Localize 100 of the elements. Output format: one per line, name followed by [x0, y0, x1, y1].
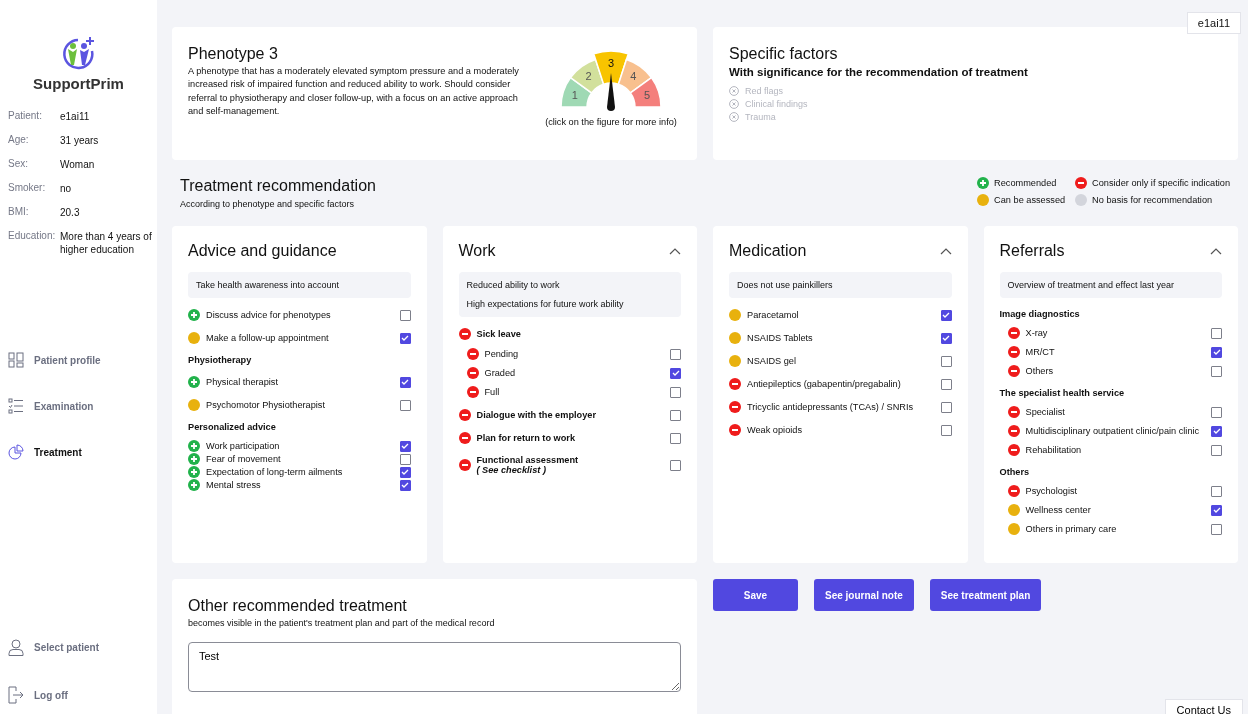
checkbox[interactable] — [1211, 444, 1222, 456]
info-text: Overview of treatment and effect last year — [1007, 280, 1175, 291]
info-value: no — [60, 182, 73, 195]
info-label: Education: — [8, 230, 57, 243]
checkbox[interactable] — [670, 409, 681, 421]
checkbox[interactable] — [399, 399, 411, 411]
phenotype-gauge[interactable]: 1 2 3 4 5 — [541, 45, 681, 115]
checkbox[interactable] — [399, 376, 411, 388]
checkbox[interactable] — [1211, 504, 1222, 516]
nav-item[interactable]: Treatment — [8, 444, 157, 460]
group-heading: Physiotherapy — [188, 355, 253, 366]
checkbox[interactable] — [940, 424, 952, 436]
logo-text: SupportPrim — [33, 75, 124, 92]
card-title: Advice and guidance — [188, 242, 337, 261]
contact-button[interactable]: Contact Us — [1164, 699, 1243, 714]
checkbox[interactable] — [940, 378, 952, 390]
info-value: Woman — [60, 158, 96, 171]
info-label: Age: — [8, 134, 30, 147]
minus-circle-icon — [1007, 406, 1020, 419]
checkbox[interactable] — [940, 401, 952, 413]
logout-icon — [8, 686, 24, 704]
option-label: Expectation of long-term ailments — [206, 467, 343, 478]
option-label: Discuss advice for phenotypes — [206, 310, 331, 321]
collapse-button[interactable] — [939, 247, 952, 256]
checkbox[interactable] — [399, 479, 411, 491]
checkbox[interactable] — [670, 348, 681, 360]
checkbox[interactable] — [670, 432, 681, 444]
checkbox[interactable] — [1211, 523, 1222, 535]
factor-label: Trauma — [745, 112, 776, 122]
person-icon — [8, 639, 24, 656]
checkbox[interactable] — [399, 440, 411, 452]
option-label: Make a follow-up appointment — [206, 333, 329, 344]
checkbox[interactable] — [1211, 425, 1222, 437]
option-label: Fear of movement — [206, 454, 281, 465]
plus-circle-icon — [188, 466, 200, 479]
info-label: BMI: — [8, 206, 30, 219]
option-label: Psychologist — [1025, 486, 1078, 497]
checkbox[interactable] — [940, 332, 952, 344]
option-label: Weak opioids — [747, 425, 802, 436]
x-circle-icon — [729, 112, 739, 122]
gauge-label: 3 — [607, 57, 615, 69]
text-area[interactable]: Test — [188, 642, 681, 692]
collapse-button[interactable] — [1210, 247, 1222, 256]
factor-label: Red flags — [745, 86, 784, 96]
option-label: Antiepileptics (gabapentin/pregabalin) — [747, 379, 901, 390]
dot-icon — [729, 332, 741, 345]
option-label: Sick leave — [476, 329, 521, 340]
collapse-button[interactable] — [669, 247, 681, 256]
nav-item[interactable]: Examination — [8, 398, 157, 414]
info-value: 31 years — [60, 134, 100, 147]
plus-circle-icon — [188, 376, 200, 389]
card-title: Phenotype 3 — [188, 45, 279, 63]
option-label: Plan for return to work — [476, 433, 576, 444]
action-button[interactable]: See journal note — [814, 579, 914, 611]
info-text: Take health awareness into account — [196, 280, 341, 291]
info-text: Reduced ability to work — [466, 280, 561, 291]
checkbox[interactable] — [940, 355, 952, 367]
info-label: Sex: — [8, 158, 29, 171]
dot-icon — [1007, 523, 1020, 536]
pie-chart-icon — [8, 444, 24, 460]
minus-circle-icon — [466, 367, 479, 380]
plus-circle-icon — [188, 440, 200, 453]
option-label: NSAIDS gel — [747, 356, 797, 367]
checkbox[interactable] — [1211, 406, 1222, 418]
nav-item[interactable]: Patient profile — [8, 352, 157, 368]
option-note: ( See checklist ) — [476, 465, 547, 476]
nav-item[interactable]: Log off — [8, 686, 157, 704]
checkbox[interactable] — [670, 386, 681, 398]
gauge-label: 1 — [571, 89, 578, 102]
checkbox[interactable] — [1211, 346, 1222, 358]
section-title: Treatment recommendation — [180, 177, 376, 196]
option-label: Physical therapist — [206, 377, 278, 388]
checkbox[interactable] — [399, 309, 411, 321]
option-label: Tricyclic antidepressants (TCAs) / SNRIs — [747, 402, 914, 413]
checkbox[interactable] — [670, 367, 681, 379]
checkbox[interactable] — [399, 332, 411, 344]
option-label: Specialist — [1025, 407, 1065, 418]
minus-circle-icon — [1007, 485, 1020, 498]
checkbox[interactable] — [1211, 365, 1222, 377]
info-text: High expectations for future work ability — [466, 299, 625, 310]
checkbox[interactable] — [670, 459, 681, 471]
dot-icon — [1007, 504, 1020, 517]
gauge-label: 5 — [644, 89, 651, 102]
checkbox[interactable] — [1211, 327, 1222, 339]
dot-icon — [977, 194, 990, 207]
checkbox[interactable] — [399, 453, 411, 465]
minus-circle-icon — [1007, 425, 1020, 438]
option-label: Paracetamol — [747, 310, 799, 321]
dot-icon — [729, 355, 741, 368]
checkbox[interactable] — [399, 466, 411, 478]
checkbox[interactable] — [940, 309, 952, 321]
checklist-icon — [8, 398, 24, 414]
info-text: Does not use painkillers — [737, 280, 834, 291]
dot-icon — [729, 309, 741, 322]
nav-item[interactable]: Select patient — [8, 639, 157, 656]
action-button[interactable]: See treatment plan — [929, 579, 1042, 611]
action-button[interactable]: Save — [713, 579, 798, 611]
gauge-segment[interactable] — [592, 50, 630, 85]
checkbox[interactable] — [1211, 485, 1222, 497]
gauge-label: 4 — [630, 70, 637, 83]
